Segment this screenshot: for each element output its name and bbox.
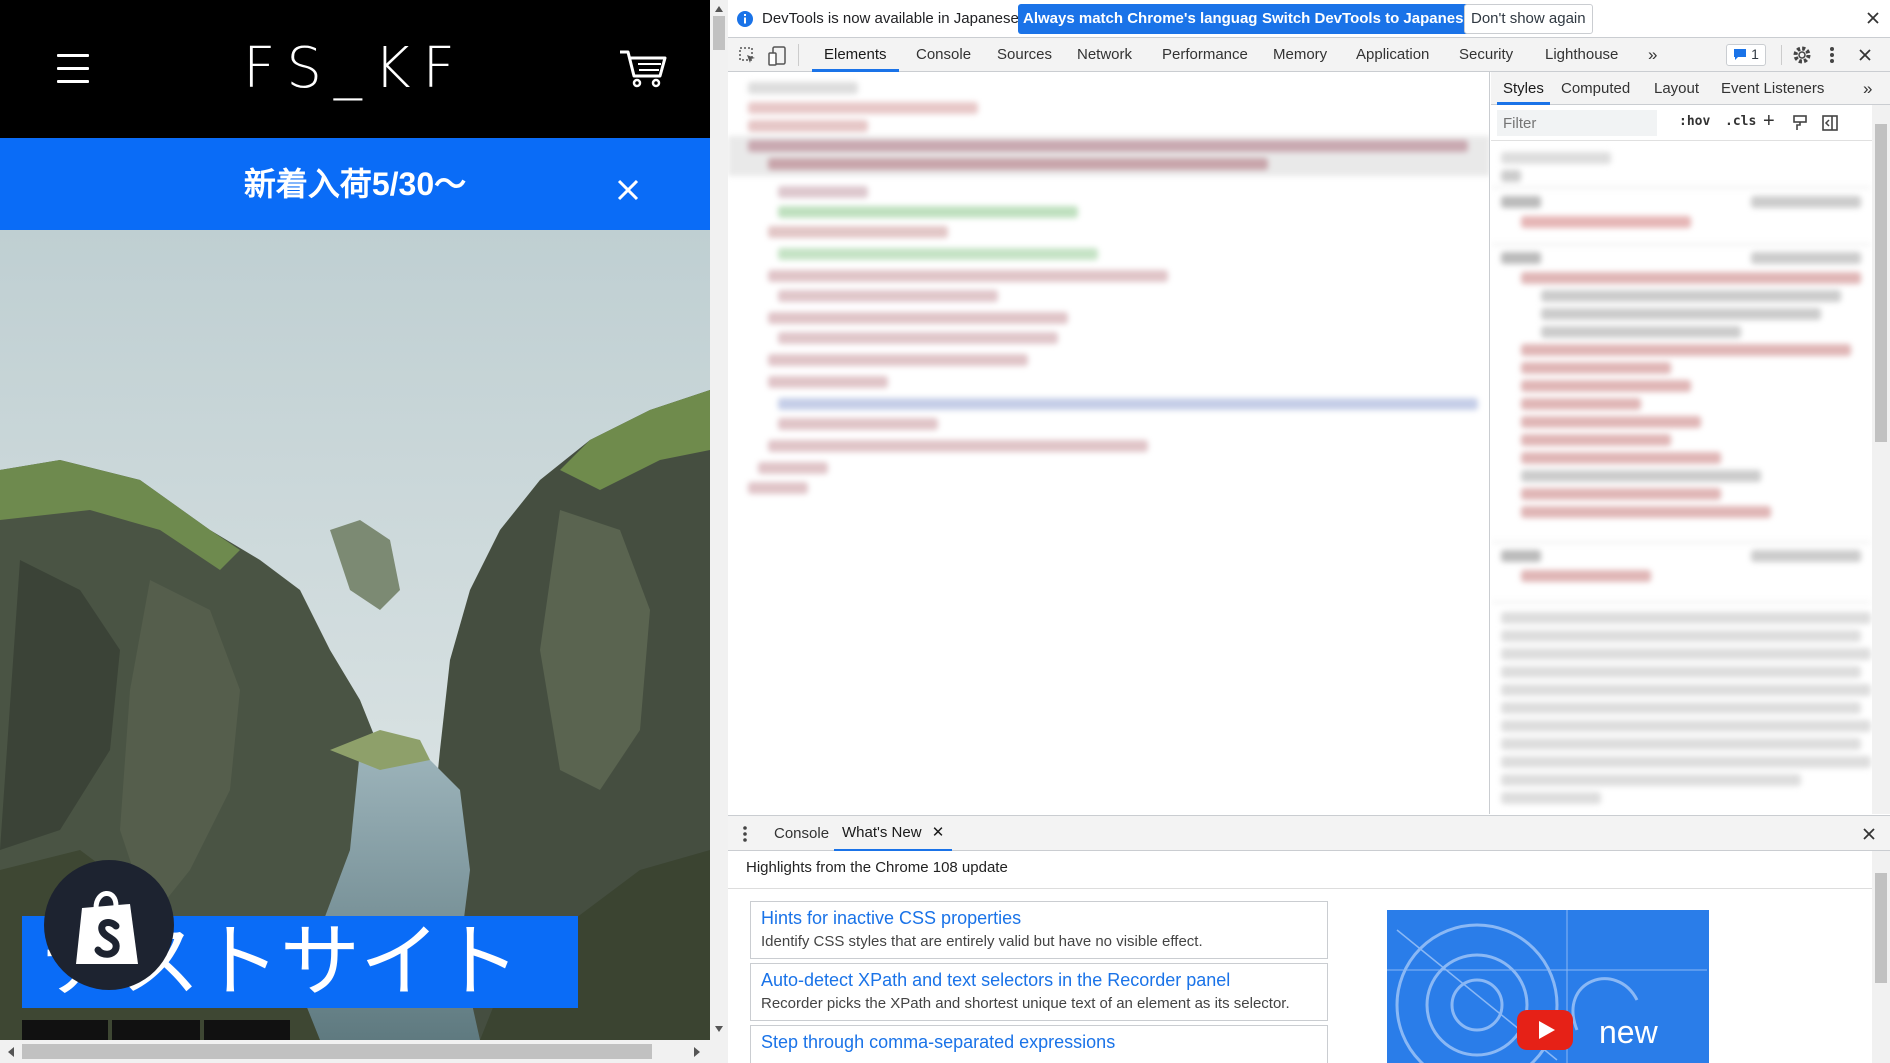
tab-sources[interactable]: Sources: [997, 38, 1052, 72]
tab-styles[interactable]: Styles: [1497, 72, 1550, 105]
styles-sidebar: Styles Computed Layout Event Listeners »…: [1491, 72, 1890, 814]
cart-button[interactable]: [618, 48, 668, 90]
tab-event-listeners[interactable]: Event Listeners: [1721, 72, 1824, 105]
tab-memory[interactable]: Memory: [1273, 38, 1327, 72]
infobar-close-icon[interactable]: [1866, 11, 1880, 25]
feature-title[interactable]: Auto-detect XPath and text selectors in …: [761, 970, 1317, 991]
class-toggle[interactable]: .cls: [1725, 114, 1756, 129]
hover-state-toggle[interactable]: :hov: [1679, 114, 1710, 129]
tab-application[interactable]: Application: [1356, 38, 1429, 72]
more-tabs-button[interactable]: »: [1648, 38, 1657, 72]
chrome-update-video-thumbnail[interactable]: new: [1387, 910, 1709, 1063]
menu-button[interactable]: [52, 50, 94, 88]
feature-description: Recorder picks the XPath and shortest un…: [761, 995, 1290, 1012]
tab-security[interactable]: Security: [1459, 38, 1513, 72]
slide-dot[interactable]: [204, 1020, 290, 1040]
gear-icon[interactable]: [1792, 45, 1812, 65]
highlights-heading: Highlights from the Chrome 108 update: [746, 859, 1008, 876]
whats-new-scroll-thumb[interactable]: [1875, 873, 1887, 983]
switch-language-button[interactable]: Switch DevTools to Japanese: [1257, 4, 1477, 34]
slide-dot[interactable]: [22, 1020, 108, 1040]
cart-icon: [620, 50, 667, 88]
drawer-tabbar: Console What's New ✕: [728, 815, 1890, 852]
feature-card[interactable]: Step through comma-separated expressions: [750, 1025, 1328, 1063]
site-logo[interactable]: FS_KF: [200, 36, 510, 101]
more-options-icon[interactable]: [1828, 45, 1836, 65]
scroll-down-icon[interactable]: [713, 1024, 725, 1034]
slide-dot[interactable]: [112, 1020, 200, 1040]
tab-layout[interactable]: Layout: [1654, 72, 1699, 105]
drawer-tab-whats-new-label: What's New: [842, 824, 922, 841]
language-infobar: DevTools is now available in Japanese! A…: [728, 0, 1890, 38]
horizontal-scroll-thumb[interactable]: [22, 1044, 652, 1059]
paint-roller-icon[interactable]: [1791, 114, 1809, 132]
close-tab-icon[interactable]: ✕: [932, 824, 945, 841]
tab-computed[interactable]: Computed: [1561, 72, 1630, 105]
styles-filter-input[interactable]: [1497, 110, 1657, 136]
drawer-tab-console[interactable]: Console: [774, 816, 829, 852]
shopify-bag-icon: [76, 891, 138, 964]
styles-scroll-thumb[interactable]: [1875, 124, 1887, 442]
scroll-up-icon[interactable]: [713, 4, 725, 14]
scroll-left-icon[interactable]: [6, 1045, 16, 1059]
announcement-bar: 新着入荷5/30〜: [0, 138, 710, 230]
feature-title[interactable]: Step through comma-separated expressions: [761, 1032, 1317, 1053]
devtools-panel: DevTools is now available in Japanese! A…: [728, 0, 1890, 1063]
dont-show-again-button[interactable]: Don't show again: [1464, 4, 1593, 34]
youtube-play-icon[interactable]: [1517, 1010, 1573, 1050]
site-header: FS_KF: [0, 0, 710, 138]
issues-icon: [1734, 49, 1746, 61]
tab-network[interactable]: Network: [1077, 38, 1132, 72]
inspect-element-icon[interactable]: [738, 46, 758, 66]
announcement-close-button[interactable]: [608, 170, 648, 210]
announcement-text: 新着入荷5/30〜: [243, 166, 467, 202]
site-preview: FS_KF 新着入荷5/30〜 テストサイト: [0, 0, 710, 1063]
feature-card[interactable]: Auto-detect XPath and text selectors in …: [750, 963, 1328, 1021]
close-drawer-icon[interactable]: [1862, 827, 1876, 841]
styles-more-tabs[interactable]: »: [1863, 72, 1872, 105]
feature-card[interactable]: Hints for inactive CSS properties Identi…: [750, 901, 1328, 959]
styles-filter-bar: :hov .cls +: [1491, 105, 1890, 141]
sidebar-toggle-icon[interactable]: [1821, 114, 1839, 132]
whats-new-panel: Highlights from the Chrome 108 update Hi…: [728, 851, 1890, 1063]
new-style-rule-button[interactable]: +: [1763, 110, 1775, 133]
close-icon: [617, 179, 639, 201]
vertical-scroll-thumb[interactable]: [713, 16, 725, 50]
feature-title[interactable]: Hints for inactive CSS properties: [761, 908, 1317, 929]
match-language-button[interactable]: Always match Chrome's language: [1018, 4, 1271, 34]
promo-text: new: [1599, 1014, 1658, 1050]
tab-performance[interactable]: Performance: [1162, 38, 1248, 72]
tab-lighthouse[interactable]: Lighthouse: [1545, 38, 1618, 72]
slide-indicators: [22, 1020, 290, 1040]
drawer-menu-icon[interactable]: [742, 825, 748, 843]
styles-tabs: Styles Computed Layout Event Listeners »: [1491, 72, 1890, 105]
tab-console[interactable]: Console: [916, 38, 971, 72]
elements-tree[interactable]: [728, 72, 1490, 814]
tab-elements[interactable]: Elements: [812, 38, 899, 72]
devtools-toolbar: Elements Console Sources Network Perform…: [728, 38, 1890, 72]
device-toolbar-icon[interactable]: [768, 45, 788, 67]
vertical-scrollbar[interactable]: [710, 0, 728, 1063]
feature-description: Identify CSS styles that are entirely va…: [761, 933, 1203, 950]
hamburger-icon: [57, 54, 89, 57]
infobar-message: DevTools is now available in Japanese!: [762, 10, 1023, 27]
info-icon: [737, 11, 753, 27]
issues-counter[interactable]: 1: [1726, 44, 1766, 66]
shopify-badge[interactable]: [44, 860, 174, 990]
drawer-tab-whats-new[interactable]: What's New ✕: [834, 816, 953, 852]
close-devtools-icon[interactable]: [1858, 48, 1872, 62]
issues-count: 1: [1751, 46, 1759, 63]
scroll-right-icon[interactable]: [692, 1045, 702, 1059]
